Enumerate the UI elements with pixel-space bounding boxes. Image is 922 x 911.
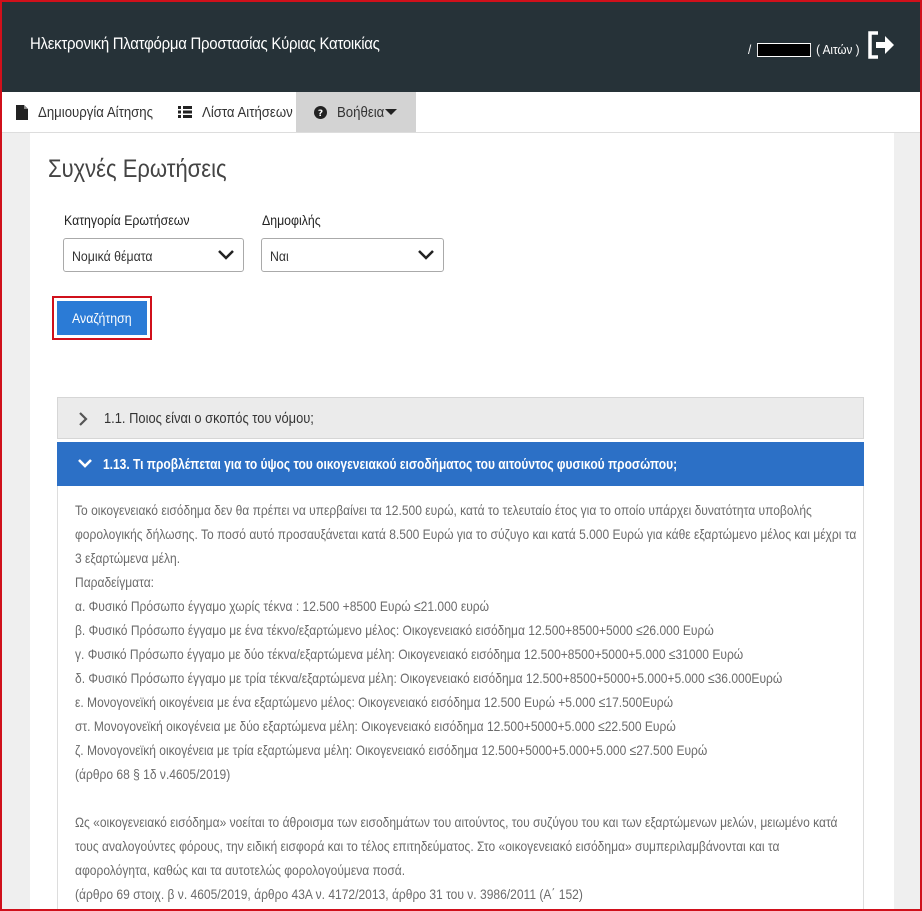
tab-help[interactable]: ? Βοήθεια <box>296 92 416 132</box>
chevron-right-icon <box>79 412 88 426</box>
faq-item-title: 1.1. Ποιος είναι ο σκοπός του νόμου; <box>104 410 314 427</box>
popular-value: Ναι <box>270 248 289 264</box>
svg-text:?: ? <box>318 109 323 119</box>
popular-label: Δημοφιλής <box>262 212 321 228</box>
answer-line: αφορολόγητα, καθώς και τα αυτοτελώς φορο… <box>75 862 406 878</box>
user-prefix: / <box>748 42 752 57</box>
user-info: / ( Αιτών ) <box>748 42 860 57</box>
search-button[interactable]: Αναζήτηση <box>57 301 147 335</box>
nav-tabs: Δημιουργία Αίτησης Λίστα Αιτήσεων ? Βοήθ… <box>2 92 920 133</box>
answer-line: β. Φυσικό Πρόσωπο έγγαμο με ένα τέκνο/εξ… <box>75 622 714 638</box>
tab-label: Λίστα Αιτήσεων <box>202 103 293 121</box>
answer-line: δ. Φυσικό Πρόσωπο έγγαμο με τρία τέκνα/ε… <box>75 670 783 686</box>
answer-line: Το οικογενειακό εισόδημα δεν θα πρέπει ν… <box>75 502 812 518</box>
faq-answer: Το οικογενειακό εισόδημα δεν θα πρέπει ν… <box>57 486 864 909</box>
tab-label: Δημιουργία Αίτησης <box>38 103 154 121</box>
search-button-label: Αναζήτηση <box>72 310 132 326</box>
faq-item-title: 1.13. Τι προβλέπεται για το ύψος του οικ… <box>103 456 678 473</box>
tab-label: Βοήθεια <box>337 103 385 121</box>
page-title: Συχνές Ερωτήσεις <box>48 155 227 183</box>
tab-create-application[interactable]: Δημιουργία Αίτησης <box>16 92 169 132</box>
redacted-username <box>756 42 811 57</box>
user-role: ( Αιτών ) <box>816 42 860 57</box>
answer-line: φορολογικής δήλωσης. Το ποσό αυτό προσαυ… <box>75 526 857 542</box>
chevron-down-icon <box>418 250 434 260</box>
answer-line: (άρθρο 68 § 1δ ν.4605/2019) <box>75 766 231 782</box>
tab-applications-list[interactable]: Λίστα Αιτήσεων <box>178 92 305 132</box>
answer-line: α. Φυσικό Πρόσωπο έγγαμο χωρίς τέκνα : 1… <box>75 598 490 614</box>
chevron-down-icon <box>384 109 397 115</box>
app-frame: Ηλεκτρονική Πλατφόρμα Προστασίας Κύριας … <box>0 0 922 911</box>
answer-line: Ως «οικογενειακό εισόδημα» νοείται το άθ… <box>75 814 838 830</box>
category-value: Νομικά θέματα <box>72 248 153 264</box>
answer-line: Παραδείγματα: <box>75 574 155 590</box>
document-icon <box>16 104 28 120</box>
faq-item-collapsed[interactable]: 1.1. Ποιος είναι ο σκοπός του νόμου; <box>57 397 864 439</box>
top-bar: Ηλεκτρονική Πλατφόρμα Προστασίας Κύριας … <box>2 2 920 92</box>
chevron-down-icon <box>78 459 92 468</box>
answer-line: ζ. Μονογονεϊκή οικογένεια με τρία εξαρτώ… <box>75 742 708 758</box>
app-title: Ηλεκτρονική Πλατφόρμα Προστασίας Κύριας … <box>30 34 380 53</box>
answer-line: γ. Φυσικό Πρόσωπο έγγαμο με δύο τέκνα/εξ… <box>75 646 744 662</box>
logout-icon[interactable] <box>866 30 896 60</box>
popular-select[interactable]: Ναι <box>261 238 444 272</box>
faq-item-expanded[interactable]: 1.13. Τι προβλέπεται για το ύψος του οικ… <box>57 442 864 486</box>
answer-line: στ. Μονογονεϊκή οικογένεια με δύο εξαρτώ… <box>75 718 676 734</box>
answer-line: τους αναλογούντες φόρους, την ειδική εισ… <box>75 838 780 854</box>
chevron-down-icon <box>218 250 234 260</box>
list-icon <box>178 106 192 118</box>
answer-line: (άρθρο 69 στοιχ. β ν. 4605/2019, άρθρο 4… <box>75 886 583 902</box>
main-content: Συχνές Ερωτήσεις Κατηγορία Ερωτήσεων Νομ… <box>30 133 894 909</box>
search-button-highlight: Αναζήτηση <box>52 296 152 340</box>
question-icon: ? <box>314 105 327 119</box>
answer-line: 3 εξαρτώμενα μέλη. <box>75 550 181 566</box>
category-label: Κατηγορία Ερωτήσεων <box>64 212 190 228</box>
answer-line: ε. Μονογονεϊκή οικογένεια με ένα εξαρτώμ… <box>75 694 674 710</box>
faq-answer-text: Το οικογενειακό εισόδημα δεν θα πρέπει ν… <box>75 498 920 906</box>
category-select[interactable]: Νομικά θέματα <box>63 238 244 272</box>
